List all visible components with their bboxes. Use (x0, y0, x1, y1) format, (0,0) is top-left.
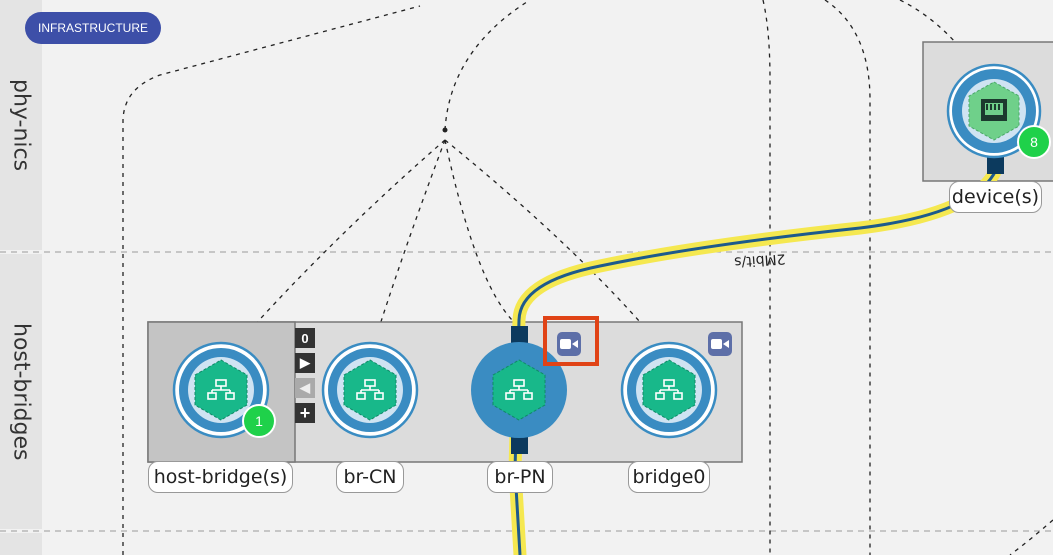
ethernet-port-icon (981, 99, 1007, 121)
device-count-badge: 8 (1017, 125, 1051, 159)
bridge0-label[interactable]: bridge0 (628, 461, 710, 493)
highlight-box (543, 316, 599, 366)
lane-label-text: host-bridges (8, 322, 34, 461)
infrastructure-badge[interactable]: INFRASTRUCTURE (25, 12, 161, 44)
lane-label-text: phy-nics (8, 78, 34, 172)
lane-label-host-bridges: host-bridges (0, 254, 42, 529)
link-rate-label: 2Mbit/s (734, 250, 786, 270)
video-camera-icon (711, 339, 729, 349)
host-bridge-label[interactable]: host-bridge(s) (148, 461, 293, 493)
plus-icon: + (299, 402, 311, 423)
capture-bridge0-button[interactable] (708, 332, 732, 356)
device-label[interactable]: device(s) (949, 181, 1042, 213)
play-right-icon: ▶ (300, 355, 310, 370)
host-bridge-count-badge: 1 (242, 404, 276, 438)
br-pn-label[interactable]: br-PN (487, 461, 553, 493)
add-node-button[interactable]: + (295, 403, 315, 423)
bridge0-node[interactable] (620, 341, 718, 439)
br-cn-label[interactable]: br-CN (336, 461, 404, 493)
play-left-icon: ◀ (300, 380, 310, 395)
group-count-indicator: 0 (295, 328, 315, 348)
br-cn-node[interactable] (321, 341, 419, 439)
prev-page-button[interactable]: ◀ (295, 378, 315, 398)
next-page-button[interactable]: ▶ (295, 353, 315, 373)
lane-label-next (0, 533, 42, 555)
